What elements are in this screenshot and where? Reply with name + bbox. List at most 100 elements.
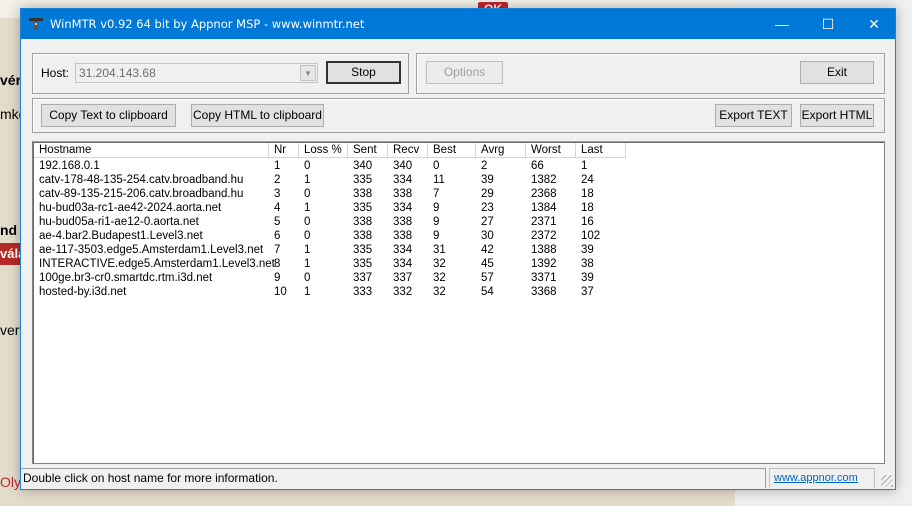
cell-worst: 3371: [531, 272, 557, 284]
table-row[interactable]: hu-bud03a-rc1-ae42-2024.aorta.net 4 1 335 33…: [35, 201, 655, 215]
cell-sent: 338: [353, 230, 373, 242]
cell-hostname: 100ge.br3-cr0.smartdc.rtm.i3d.net: [39, 272, 213, 284]
cell-avrg: 30: [481, 230, 494, 242]
column-header[interactable]: Loss %: [299, 143, 348, 158]
cell-last: 38: [581, 258, 594, 270]
cell-sent: 335: [353, 258, 373, 270]
cell-hostname: INTERACTIVE.edge5.Amsterdam1.Level3.net: [39, 258, 275, 270]
stop-button[interactable]: Stop: [326, 61, 401, 84]
cell-last: 24: [581, 174, 594, 186]
cell-hostname: 192.168.0.1: [39, 160, 100, 172]
cell-loss: 0: [304, 188, 311, 200]
table-row[interactable]: 100ge.br3-cr0.smartdc.rtm.i3d.net 9 0 337 33…: [35, 271, 655, 285]
status-link-pane: www.appnor.com: [769, 468, 875, 488]
table-row[interactable]: ae-4.bar2.Budapest1.Level3.net 6 0 338 338 9 3…: [35, 229, 655, 243]
cell-avrg: 42: [481, 244, 494, 256]
column-header[interactable]: Worst: [526, 143, 576, 158]
host-combobox[interactable]: 31.204.143.68 ▼: [75, 63, 318, 83]
cell-sent: 338: [353, 216, 373, 228]
cell-recv: 332: [393, 286, 413, 298]
cell-recv: 334: [393, 244, 413, 256]
cell-recv: 338: [393, 230, 413, 242]
cell-worst: 1392: [531, 258, 557, 270]
cell-nr: 9: [274, 272, 281, 284]
cell-loss: 0: [304, 216, 311, 228]
cell-nr: 7: [274, 244, 281, 256]
status-bar: Double click on host name for more infor…: [21, 467, 895, 489]
cell-hostname: catv-178-48-135-254.catv.broadband.hu: [39, 174, 244, 186]
appnor-link[interactable]: www.appnor.com: [774, 472, 858, 484]
cell-last: 18: [581, 188, 594, 200]
close-button[interactable]: ✕: [851, 9, 897, 39]
app-icon: [29, 18, 43, 30]
table-row[interactable]: INTERACTIVE.edge5.Amsterdam1.Level3.net 8…: [35, 257, 655, 271]
background-text: nd: [0, 222, 18, 238]
resize-grip[interactable]: [881, 475, 893, 487]
trace-list[interactable]: Hostname Nr Loss % Sent Recv Best Avrg Worst Las…: [32, 141, 885, 464]
cell-nr: 8: [274, 258, 281, 270]
cell-recv: 334: [393, 258, 413, 270]
options-button[interactable]: Options: [426, 61, 503, 84]
cell-sent: 340: [353, 160, 373, 172]
cell-recv: 340: [393, 160, 413, 172]
table-row[interactable]: hosted-by.i3d.net 10 1 333 332 32 54 3368 37: [35, 285, 655, 299]
background-text: vér: [0, 72, 22, 88]
cell-last: 39: [581, 244, 594, 256]
cell-avrg: 2: [481, 160, 488, 172]
column-header[interactable]: Last: [576, 143, 626, 158]
cell-avrg: 54: [481, 286, 494, 298]
export-html-button[interactable]: Export HTML: [800, 104, 874, 127]
export-text-button[interactable]: Export TEXT: [715, 104, 792, 127]
status-message: Double click on host name for more infor…: [21, 468, 766, 488]
cell-recv: 334: [393, 174, 413, 186]
window-title: WinMTR v0.92 64 bit by Appnor MSP - www.…: [50, 17, 365, 31]
host-label: Host:: [41, 66, 70, 80]
column-header[interactable]: Hostname: [34, 143, 269, 158]
table-row[interactable]: hu-bud05a-ri1-ae12-0.aorta.net 5 0 338 338 9 2…: [35, 215, 655, 229]
host-value: 31.204.143.68: [79, 66, 156, 80]
winmtr-window: WinMTR v0.92 64 bit by Appnor MSP - www.…: [20, 8, 896, 490]
cell-avrg: 29: [481, 188, 494, 200]
column-header[interactable]: Nr: [269, 143, 299, 158]
copy-text-button[interactable]: Copy Text to clipboard: [41, 104, 176, 127]
copy-html-button[interactable]: Copy HTML to clipboard: [191, 104, 324, 127]
exit-button[interactable]: Exit: [800, 61, 874, 84]
cell-recv: 338: [393, 216, 413, 228]
cell-worst: 2368: [531, 188, 557, 200]
column-header[interactable]: Sent: [348, 143, 388, 158]
cell-sent: 335: [353, 244, 373, 256]
cell-best: 7: [433, 188, 440, 200]
cell-worst: 1388: [531, 244, 557, 256]
cell-worst: 1384: [531, 202, 557, 214]
cell-sent: 335: [353, 202, 373, 214]
cell-worst: 66: [531, 160, 544, 172]
column-header[interactable]: Recv: [388, 143, 428, 158]
cell-best: 11: [433, 174, 445, 186]
cell-worst: 1382: [531, 174, 557, 186]
maximize-button[interactable]: ☐: [805, 9, 851, 39]
column-header[interactable]: Avrg: [476, 143, 526, 158]
cell-best: 9: [433, 202, 440, 214]
table-row[interactable]: catv-89-135-215-206.catv.broadband.hu 3 0 3…: [35, 187, 655, 201]
cell-last: 39: [581, 272, 594, 284]
background-text: Oly: [0, 474, 21, 490]
cell-avrg: 27: [481, 216, 494, 228]
cell-best: 9: [433, 216, 440, 228]
minimize-button[interactable]: —: [759, 9, 805, 39]
cell-avrg: 57: [481, 272, 494, 284]
column-header[interactable]: Best: [428, 143, 476, 158]
cell-avrg: 23: [481, 202, 494, 214]
background-red-button[interactable]: vála: [0, 243, 25, 265]
chevron-down-icon[interactable]: ▼: [300, 65, 316, 81]
cell-sent: 333: [353, 286, 373, 298]
cell-nr: 3: [274, 188, 281, 200]
cell-loss: 1: [304, 202, 311, 214]
cell-best: 32: [433, 272, 446, 284]
cell-best: 32: [433, 258, 446, 270]
title-bar[interactable]: WinMTR v0.92 64 bit by Appnor MSP - www.…: [21, 9, 895, 39]
cell-loss: 1: [304, 258, 311, 270]
cell-last: 16: [581, 216, 594, 228]
table-row[interactable]: catv-178-48-135-254.catv.broadband.hu 2 1 3…: [35, 173, 655, 187]
table-row[interactable]: 192.168.0.1 1 0 340 340 0 2 66 1: [35, 159, 655, 173]
table-row[interactable]: ae-117-3503.edge5.Amsterdam1.Level3.net 7…: [35, 243, 655, 257]
